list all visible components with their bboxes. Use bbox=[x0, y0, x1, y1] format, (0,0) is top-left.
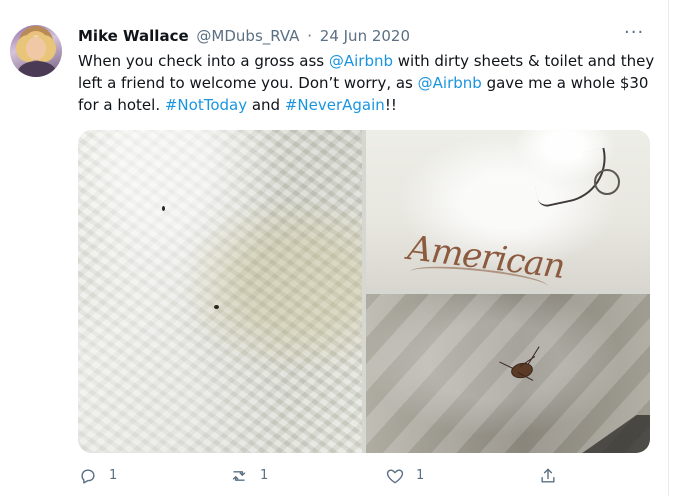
cockroach-antenna bbox=[527, 346, 540, 365]
reply-count: 1 bbox=[109, 468, 118, 483]
dirty-sheet-photo[interactable] bbox=[78, 130, 362, 453]
like-count: 1 bbox=[416, 468, 425, 483]
profile-avatar[interactable] bbox=[10, 25, 62, 77]
sheet-stain-mark bbox=[214, 305, 219, 309]
retweet-icon bbox=[229, 466, 249, 486]
display-name[interactable]: Mike Wallace bbox=[78, 27, 189, 45]
more-horizontal-icon[interactable]: ··· bbox=[624, 24, 652, 44]
tweet-header: Mike Wallace @MDubs_RVA · 24 Jun 2020 bbox=[78, 26, 410, 46]
floor-corner-shadow bbox=[580, 415, 650, 453]
airbnb-mention-link[interactable]: @Airbnb bbox=[329, 52, 393, 70]
reply-icon bbox=[78, 466, 98, 486]
nottoday-hashtag-link[interactable]: #NotToday bbox=[165, 96, 247, 114]
neveragain-hashtag-link[interactable]: #NeverAgain bbox=[285, 96, 385, 114]
airbnb-mention-link[interactable]: @Airbnb bbox=[418, 74, 482, 92]
toilet-seat-photo[interactable]: American bbox=[366, 130, 650, 297]
avatar-face bbox=[26, 37, 46, 60]
handle[interactable]: @MDubs_RVA bbox=[196, 27, 299, 45]
sheet-stain-mark bbox=[162, 206, 165, 211]
tweet-text-part: and bbox=[247, 96, 285, 114]
tweet-date[interactable]: 24 Jun 2020 bbox=[320, 27, 410, 45]
avatar-shoulders bbox=[18, 61, 56, 77]
share-button[interactable] bbox=[538, 465, 558, 487]
tweet-text: When you check into a gross ass @Airbnb … bbox=[78, 50, 656, 116]
tweet-actions: 1 1 1 bbox=[78, 465, 574, 487]
like-button[interactable]: 1 bbox=[385, 465, 424, 487]
cockroach-floor-photo[interactable] bbox=[366, 294, 650, 453]
retweet-count: 1 bbox=[260, 468, 269, 483]
reply-button[interactable]: 1 bbox=[78, 465, 117, 487]
tweet-text-part: When you check into a gross ass bbox=[78, 52, 329, 70]
tweet-card[interactable]: Mike Wallace @MDubs_RVA · 24 Jun 2020 ··… bbox=[0, 0, 669, 496]
hair-loop-mark bbox=[594, 169, 620, 195]
tweet-text-part: !! bbox=[384, 96, 397, 114]
cockroach-leg bbox=[499, 361, 514, 369]
tweet-media-grid[interactable]: American bbox=[78, 130, 650, 453]
retweet-button[interactable]: 1 bbox=[229, 465, 268, 487]
date-separator: · bbox=[307, 27, 312, 45]
share-icon bbox=[538, 466, 558, 486]
like-icon bbox=[385, 466, 405, 486]
